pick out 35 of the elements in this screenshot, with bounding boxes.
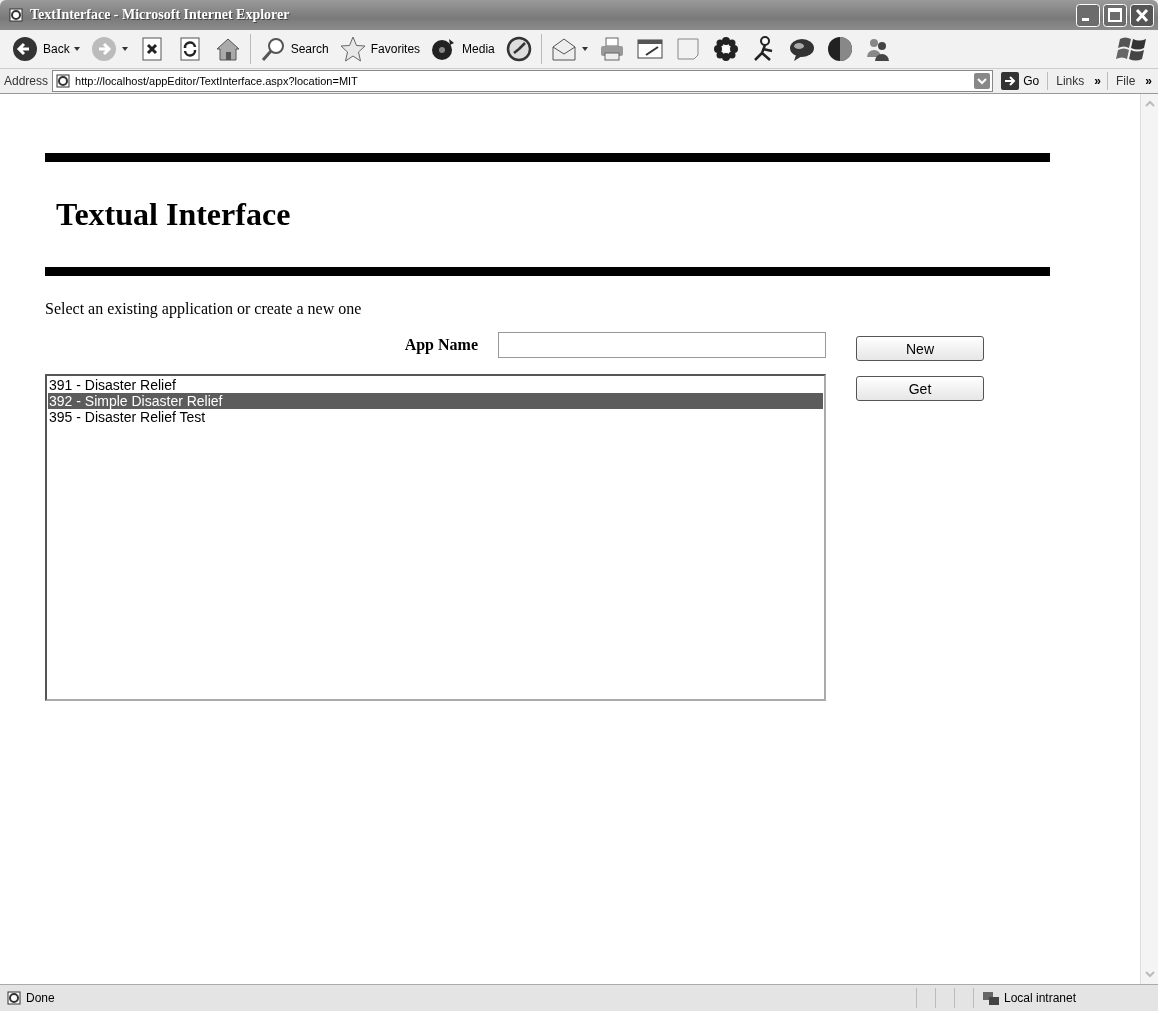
get-button[interactable]: Get bbox=[856, 376, 984, 401]
applications-listbox[interactable]: 391 - Disaster Relief 392 - Simple Disaster Relief 395 - Disaster Relief Test bbox=[45, 374, 826, 701]
flower-icon bbox=[711, 35, 740, 63]
chevron-button[interactable]: » bbox=[1092, 74, 1103, 88]
toolbar-button[interactable]: Back bbox=[6, 33, 85, 65]
toolbar-button[interactable]: Media bbox=[425, 33, 500, 65]
app-name-field[interactable] bbox=[498, 332, 826, 358]
list-item[interactable]: 392 - Simple Disaster Relief bbox=[48, 393, 823, 409]
close-button[interactable] bbox=[1130, 3, 1154, 27]
window-title: TextInterface - Microsoft Internet Explorer bbox=[30, 7, 290, 23]
disc-icon bbox=[825, 35, 854, 63]
dropdown-button[interactable] bbox=[974, 73, 991, 89]
toolbar-button[interactable]: Search bbox=[253, 33, 334, 65]
chevron-button[interactable]: » bbox=[1143, 74, 1154, 88]
address-label: Address bbox=[4, 74, 49, 88]
instructions-text: Select an existing application or create a new one bbox=[45, 300, 363, 318]
maximize-button[interactable] bbox=[1103, 3, 1127, 27]
network-icon bbox=[982, 990, 1000, 1006]
list-item[interactable]: 395 - Disaster Relief Test bbox=[48, 409, 823, 425]
star-icon bbox=[338, 35, 367, 63]
page-icon bbox=[6, 990, 22, 1006]
zone-text: Local intranet bbox=[1004, 991, 1077, 1005]
browser-page-icon bbox=[8, 7, 24, 23]
address-field[interactable]: http://localhost/appEditor/TextInterface.aspx?location=MIT bbox=[52, 70, 994, 92]
status-text: Done bbox=[26, 991, 55, 1005]
new-button[interactable]: New bbox=[856, 336, 984, 361]
minimize-button[interactable] bbox=[1076, 3, 1100, 27]
menu-item[interactable]: File bbox=[1111, 74, 1140, 88]
app-name-label: App Name bbox=[404, 336, 478, 354]
toolbar-button[interactable]: Favorites bbox=[333, 33, 426, 65]
page-icon bbox=[55, 73, 72, 89]
go-button[interactable]: Go bbox=[997, 72, 1044, 90]
list-item[interactable]: 391 - Disaster Relief bbox=[48, 377, 823, 393]
page-heading: Textual Interface bbox=[56, 195, 292, 233]
links-label[interactable]: Links bbox=[1052, 74, 1089, 88]
